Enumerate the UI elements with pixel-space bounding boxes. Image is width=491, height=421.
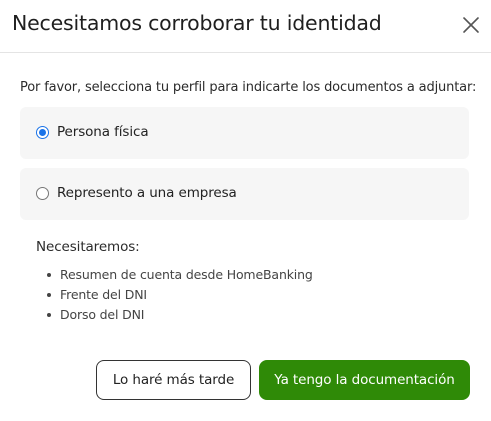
option-persona-fisica[interactable]: Persona física [20, 107, 469, 159]
close-icon[interactable] [461, 15, 481, 35]
option-label: Persona física [57, 124, 149, 140]
radio-empresa[interactable] [36, 187, 49, 200]
dialog-title: Necesitamos corroborar tu identidad [12, 11, 382, 35]
list-item: Dorso del DNI [36, 305, 313, 325]
list-item: Resumen de cuenta desde HomeBanking [36, 265, 313, 285]
requirements-title: Necesitaremos: [36, 239, 140, 255]
requirements-list: Resumen de cuenta desde HomeBanking Fren… [36, 265, 313, 325]
profile-prompt: Por favor, selecciona tu perfil para ind… [20, 80, 477, 95]
list-item: Frente del DNI [36, 285, 313, 305]
option-empresa[interactable]: Represento a una empresa [20, 168, 469, 220]
option-label: Represento a una empresa [57, 185, 237, 201]
later-button[interactable]: Lo haré más tarde [96, 360, 251, 400]
done-button[interactable]: Ya tengo la documentación [259, 360, 470, 400]
radio-persona-fisica[interactable] [36, 126, 49, 139]
dialog-header: Necesitamos corroborar tu identidad [0, 0, 491, 53]
